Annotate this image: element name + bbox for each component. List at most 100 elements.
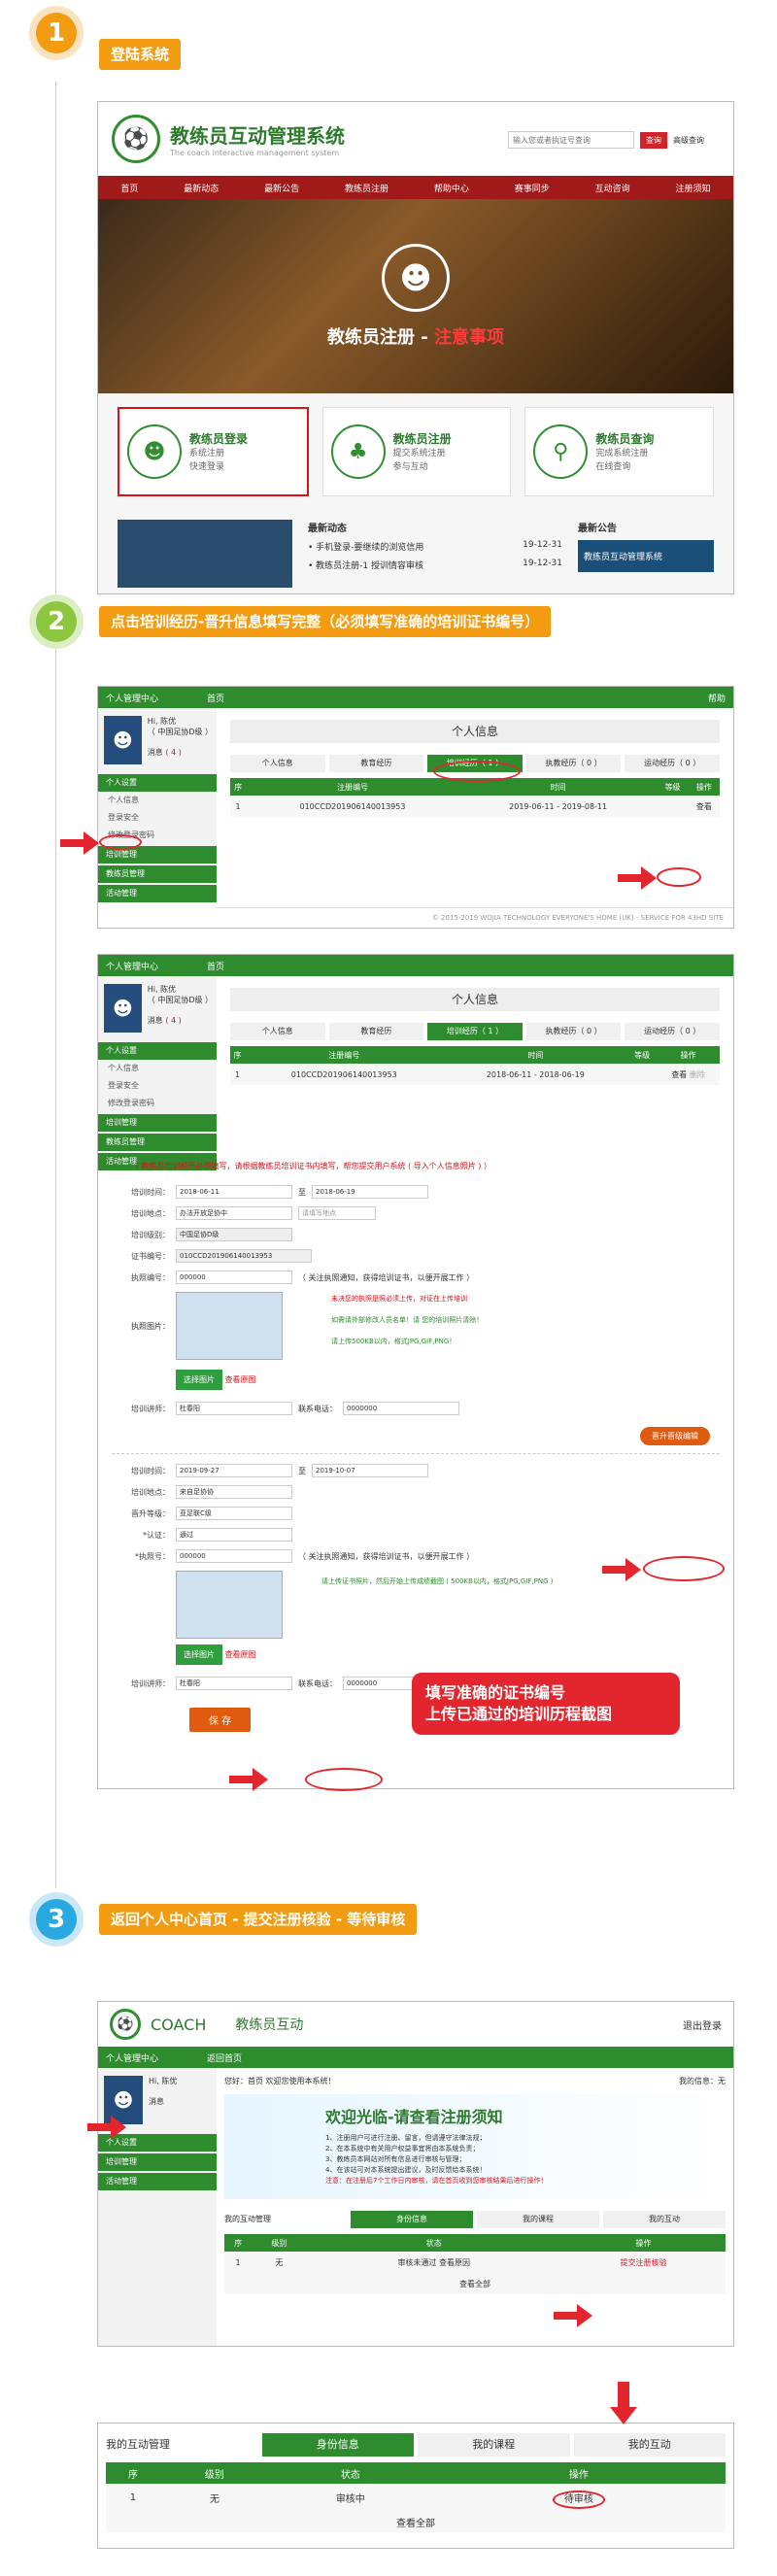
promote-edit-button[interactable]: 晋升晋级编辑 <box>640 1427 710 1445</box>
location-detail-input[interactable]: 请填写地点 <box>298 1206 376 1220</box>
step-3-badge: 3 <box>29 1892 84 1947</box>
save-button[interactable]: 保 存 <box>189 1708 252 1732</box>
cert-select[interactable]: 通过 <box>176 1528 292 1542</box>
view-all-link[interactable]: 查看全部 <box>106 2511 726 2532</box>
card-line[interactable]: 快速登录 <box>189 460 248 474</box>
choose-image-button[interactable]: 选择图片 <box>176 1370 222 1390</box>
teacher-input[interactable]: 杜春阳 <box>176 1677 292 1690</box>
nav-item[interactable]: 帮助中心 <box>434 182 469 194</box>
choose-image-button[interactable]: 选择图片 <box>176 1644 222 1665</box>
tab-my-interaction[interactable]: 我的互动管理 <box>224 2211 347 2228</box>
help-link[interactable]: 帮助 <box>708 692 726 704</box>
tab-courses[interactable]: 我的课程 <box>418 2433 570 2457</box>
teacher-input[interactable]: 杜春阳 <box>176 1402 292 1415</box>
tab-coaching[interactable]: 执教经历（ 0 ） <box>525 755 622 772</box>
view-link[interactable]: 查看 <box>696 802 712 811</box>
upload-tip: 未决您的执照是照必须上传，对证在上传培训 <box>331 1295 467 1303</box>
sidebar-group-coach[interactable]: 教练员管理 <box>98 865 217 883</box>
message-link[interactable]: 消息 <box>148 1016 163 1025</box>
start-date-input[interactable]: 2019-09-27 <box>176 1464 292 1477</box>
sidebar-group-activity[interactable]: 活动管理 <box>98 885 217 902</box>
login-card[interactable]: ☻ 教练员登录 系统注册 快速登录 <box>118 407 309 496</box>
news-item[interactable]: • 手机登录-要继续的浏览信用 <box>308 540 423 553</box>
field-label: 培训时间： <box>131 1466 170 1475</box>
field-label: 执照图片： <box>131 1321 170 1331</box>
nav-item[interactable]: 互动咨询 <box>595 182 630 194</box>
sidebar-group-training[interactable]: 培训管理 <box>98 1114 217 1132</box>
end-date-input[interactable]: 2018-06-19 <box>312 1185 428 1199</box>
nav-item[interactable]: 教练员注册 <box>345 182 388 194</box>
sidebar-group-activity[interactable]: 活动管理 <box>98 2173 217 2190</box>
tab-training[interactable]: 培训经历（ 1 ） <box>427 1023 523 1040</box>
rule-line: 4、在该站可对本系统提出建议，及时反馈给本系统！ <box>325 2166 487 2174</box>
tab-coaching[interactable]: 执教经历（ 0 ） <box>525 1023 622 1040</box>
pending-status[interactable]: 待审核 <box>552 2490 605 2509</box>
card-line: 参与互动 <box>392 461 428 472</box>
sidebar-item-info[interactable]: 个人信息 <box>98 1060 217 1077</box>
col-header: 序 <box>230 1046 246 1064</box>
level-input[interactable]: 中国足协D级 <box>176 1228 292 1241</box>
location-select[interactable]: 来自足协协 <box>176 1485 292 1499</box>
sidebar-group-settings[interactable]: 个人设置 <box>98 774 217 792</box>
cert-number-input[interactable]: 010CCD20190614001395​3 <box>176 1249 312 1263</box>
phone-input[interactable]: 0000000 <box>343 1402 459 1415</box>
nav-item[interactable]: 首页 <box>120 182 138 194</box>
col-header: 状态 <box>268 2462 432 2484</box>
level-select[interactable]: 亚足联C级 <box>176 1507 292 1520</box>
end-date-input[interactable]: 2019-10-07 <box>312 1464 428 1477</box>
news-item[interactable]: • 教练员注册-1 授训情容审核 <box>308 559 423 571</box>
tab-my-interaction[interactable]: 我的互动管理 <box>106 2433 258 2457</box>
site-title: 教练员互动管理系统 <box>170 124 345 148</box>
tab-sport[interactable]: 运动经历（ 0 ） <box>625 1023 720 1040</box>
notice-banner[interactable]: 教练员互动管理系统 <box>578 540 714 572</box>
sidebar-item-security[interactable]: 登录安全 <box>98 809 217 827</box>
message-link[interactable]: 消息 <box>148 748 163 757</box>
tab-info[interactable]: 个人信息 <box>230 1023 325 1040</box>
home-link[interactable]: 返回首页 <box>207 2051 242 2064</box>
sidebar-group-settings[interactable]: 个人设置 <box>98 1042 217 1060</box>
location-select[interactable]: 办法开放足协中 <box>176 1206 292 1220</box>
submit-verify-link[interactable]: 提交注册核验 <box>620 2258 666 2267</box>
view-link[interactable]: 查看 <box>671 1070 687 1079</box>
view-image-link[interactable]: 查看原图 <box>225 1375 256 1384</box>
view-image-link[interactable]: 查看原图 <box>225 1650 256 1659</box>
tab-identity[interactable]: 身份信息 <box>261 2433 414 2457</box>
license-input[interactable]: 000000 <box>176 1549 292 1563</box>
upload-tip: 请上传证书照片，然后开始上传成绩截图 ( 500KB以内，格式JPG,GIF,P… <box>321 1577 554 1585</box>
license-input[interactable]: 000000 <box>176 1271 292 1284</box>
delete-link[interactable]: 删除 <box>690 1070 705 1079</box>
view-all-link[interactable]: 查看全部 <box>224 2273 726 2294</box>
tab-courses[interactable]: 我的课程 <box>477 2211 599 2228</box>
tab-interaction[interactable]: 我的互动 <box>573 2433 726 2457</box>
advanced-search-link[interactable]: 高级查询 <box>673 135 704 146</box>
system-title: 教练员互动 <box>235 2017 304 2033</box>
home-link[interactable]: 首页 <box>207 692 224 704</box>
search-input[interactable] <box>508 131 634 149</box>
start-date-input[interactable]: 2018-06-11 <box>176 1185 292 1199</box>
rule-line: 3、教练员本网站对所有信息进行审核与管理； <box>325 2155 466 2163</box>
tab-identity[interactable]: 身份信息 <box>351 2211 473 2228</box>
nav-item[interactable]: 注册须知 <box>676 182 711 194</box>
nav-item[interactable]: 赛事同步 <box>515 182 550 194</box>
logout-link[interactable]: 退出登录 <box>683 2017 722 2032</box>
message-link[interactable]: 消息 <box>149 2097 164 2106</box>
col-header: 操作 <box>657 1046 720 1064</box>
arrow-icon <box>602 1558 641 1581</box>
tab-education[interactable]: 教育经历 <box>328 755 424 772</box>
sidebar-group-training[interactable]: 培训管理 <box>98 2153 217 2171</box>
cell: 010CCD20190614001395​3 <box>246 796 459 817</box>
tab-info[interactable]: 个人信息 <box>230 755 325 772</box>
search-button[interactable]: 查询 <box>640 131 667 149</box>
tab-interaction[interactable]: 我的互动 <box>603 2211 726 2228</box>
sidebar-item-info[interactable]: 个人信息 <box>98 792 217 809</box>
query-card[interactable]: ⚲ 教练员查询 完成系统注册 在线查询 <box>524 407 715 496</box>
sidebar-item-password[interactable]: 修改登录密码 <box>98 1095 217 1112</box>
nav-item[interactable]: 最新公告 <box>264 182 299 194</box>
register-card[interactable]: ♣ 教练员注册 提交系统注册 参与互动 <box>321 407 512 496</box>
tab-sport[interactable]: 运动经历（ 0 ） <box>625 755 720 772</box>
sidebar-group-coach[interactable]: 教练员管理 <box>98 1134 217 1151</box>
home-link[interactable]: 首页 <box>207 960 224 972</box>
sidebar-item-security[interactable]: 登录安全 <box>98 1077 217 1095</box>
tab-education[interactable]: 教育经历 <box>328 1023 424 1040</box>
nav-item[interactable]: 最新动态 <box>184 182 219 194</box>
